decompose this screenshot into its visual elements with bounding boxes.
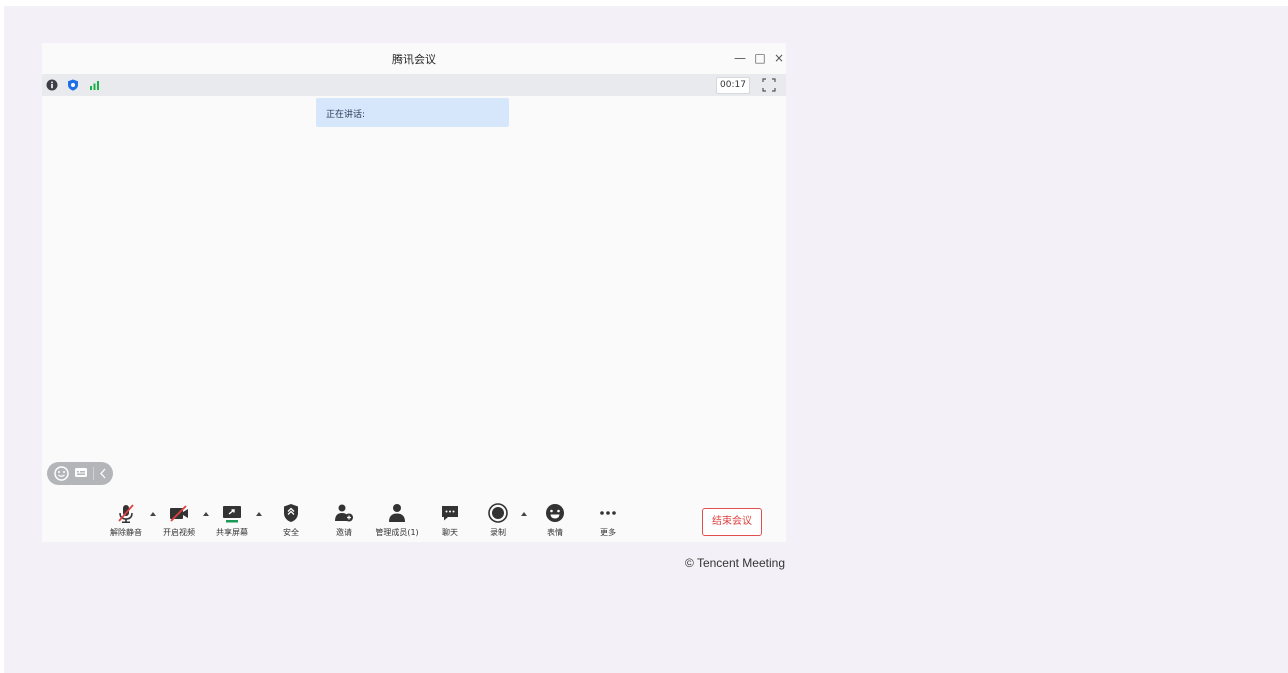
record-label: 录制 bbox=[490, 528, 506, 537]
copyright-text: © Tencent Meeting bbox=[684, 556, 785, 570]
meeting-timer: 00:17 bbox=[716, 77, 750, 94]
collapse-chevron-icon[interactable] bbox=[99, 468, 107, 479]
invite-button[interactable]: 邀请 bbox=[330, 502, 358, 538]
chat-button[interactable]: 聊天 bbox=[436, 502, 464, 538]
emoji-icon[interactable] bbox=[54, 466, 69, 481]
security-button[interactable]: 安全 bbox=[277, 502, 305, 538]
window-title: 腾讯会议 bbox=[392, 53, 436, 66]
minimize-button[interactable]: — bbox=[733, 51, 747, 65]
mute-options-caret[interactable] bbox=[150, 512, 156, 516]
maximize-button[interactable]: □ bbox=[753, 51, 767, 65]
video-options-caret[interactable] bbox=[203, 512, 209, 516]
video-label: 开启视频 bbox=[163, 528, 195, 537]
security-icon bbox=[284, 504, 298, 522]
mic-muted-icon bbox=[118, 504, 134, 523]
floating-controls[interactable] bbox=[47, 462, 113, 485]
more-button[interactable]: 更多 bbox=[594, 502, 622, 538]
emoji-label: 表情 bbox=[547, 528, 563, 537]
title-bar[interactable]: 腾讯会议 — □ × bbox=[42, 43, 786, 74]
mute-button[interactable]: 解除静音 bbox=[108, 502, 144, 538]
security-label: 安全 bbox=[283, 528, 299, 537]
share-options-caret[interactable] bbox=[256, 512, 262, 516]
mute-label: 解除静音 bbox=[110, 528, 142, 537]
manage-members-label: 管理成员(1) bbox=[375, 528, 419, 537]
emoji-icon bbox=[546, 504, 564, 522]
meeting-window: 腾讯会议 — □ × 00:17 正在讲话: 解除静音 开启视频 共享屏幕 安全… bbox=[42, 43, 786, 542]
chat-label: 聊天 bbox=[442, 528, 458, 537]
close-button[interactable]: × bbox=[772, 51, 786, 65]
record-icon bbox=[488, 503, 508, 523]
video-off-icon bbox=[170, 505, 188, 522]
more-label: 更多 bbox=[600, 528, 616, 537]
share-screen-label: 共享屏幕 bbox=[216, 528, 248, 537]
divider bbox=[93, 467, 94, 480]
share-screen-icon bbox=[223, 506, 241, 523]
chat-icon bbox=[442, 506, 458, 521]
speaking-indicator: 正在讲话: bbox=[316, 98, 509, 127]
video-button[interactable]: 开启视频 bbox=[160, 502, 198, 538]
emoji-button[interactable]: 表情 bbox=[541, 502, 569, 538]
invite-label: 邀请 bbox=[336, 528, 352, 537]
invite-icon bbox=[335, 504, 353, 522]
manage-members-button[interactable]: 管理成员(1) bbox=[372, 502, 422, 538]
caption-icon[interactable] bbox=[74, 467, 88, 480]
record-button[interactable]: 录制 bbox=[484, 502, 512, 538]
meeting-toolbar: 解除静音 开启视频 共享屏幕 安全 邀请 管理成员(1) 聊天 录制 表情 更多… bbox=[42, 498, 786, 542]
share-screen-button[interactable]: 共享屏幕 bbox=[213, 502, 251, 538]
end-meeting-button[interactable]: 结束会议 bbox=[702, 508, 762, 536]
status-bar: 00:17 bbox=[42, 74, 786, 96]
signal-icon[interactable] bbox=[89, 79, 101, 91]
shield-icon[interactable] bbox=[67, 79, 79, 91]
fullscreen-icon[interactable] bbox=[762, 78, 776, 92]
members-icon bbox=[389, 504, 405, 522]
info-icon[interactable] bbox=[46, 79, 58, 91]
speaking-label: 正在讲话: bbox=[326, 110, 366, 120]
more-icon bbox=[600, 511, 616, 515]
record-options-caret[interactable] bbox=[521, 512, 527, 516]
